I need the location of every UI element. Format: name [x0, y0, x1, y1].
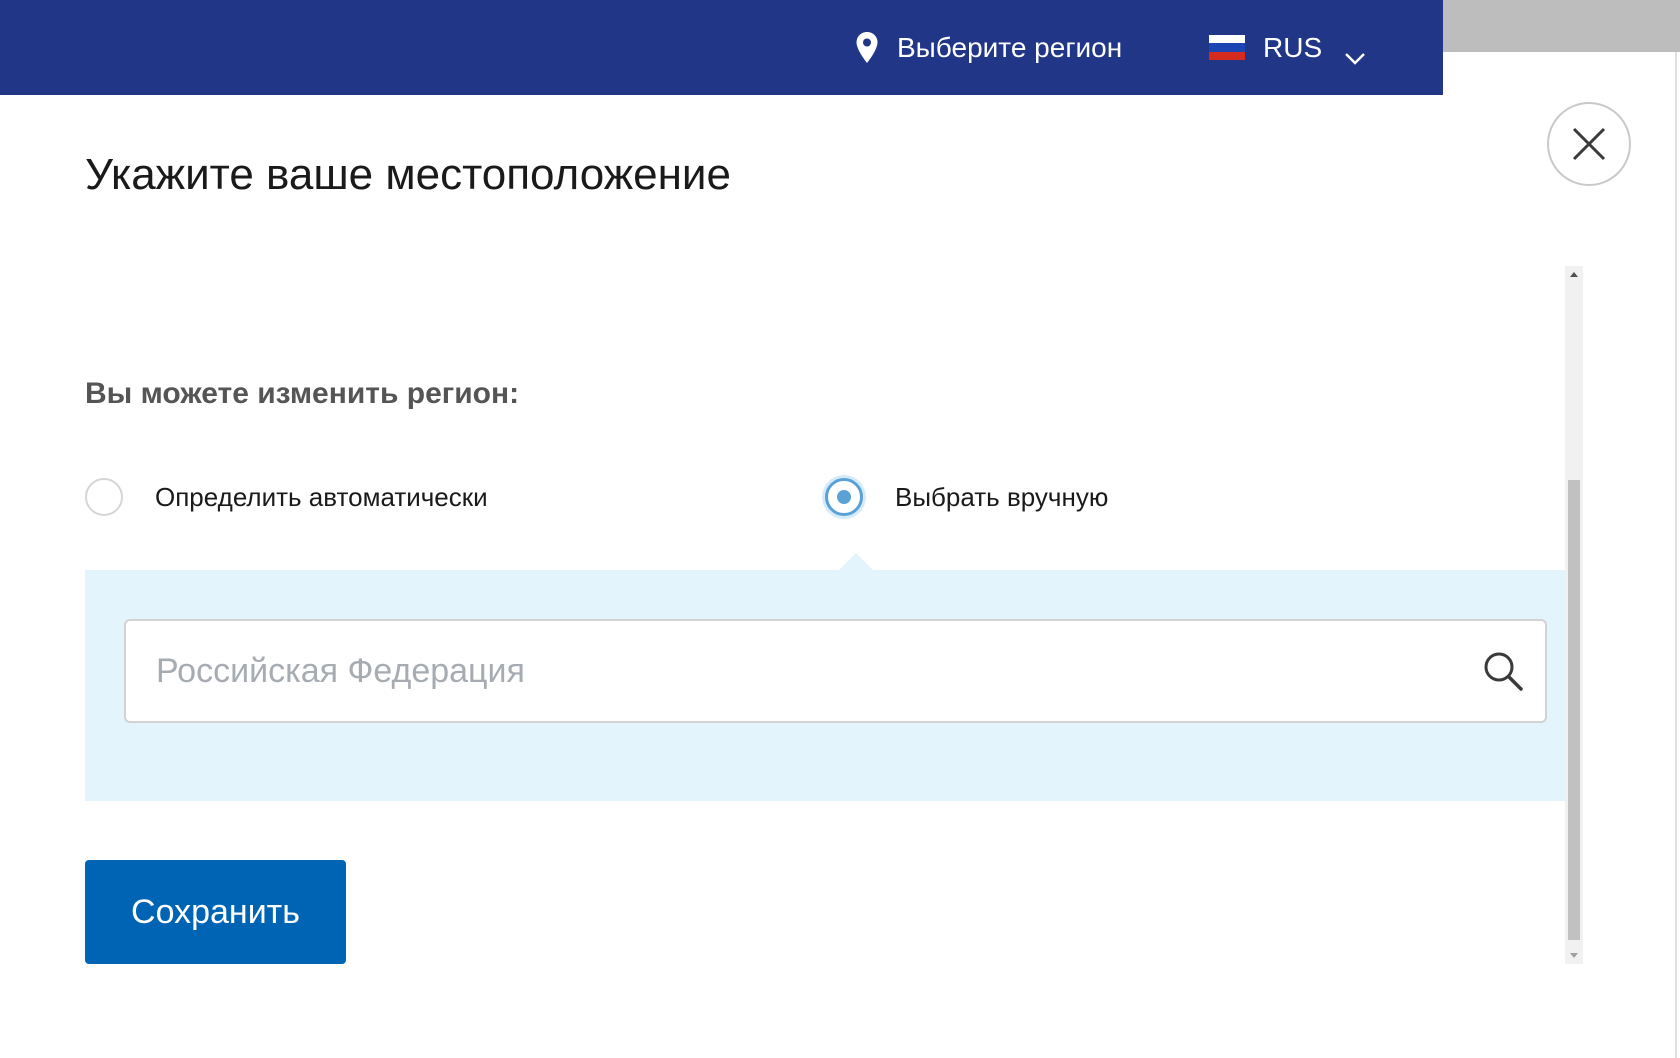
modal-background — [1443, 52, 1680, 1058]
header-bar: Выберите регион RUS — [0, 0, 1443, 95]
radio-manual-label: Выбрать вручную — [895, 481, 1109, 512]
radio-manual[interactable] — [825, 478, 863, 516]
language-label: RUS — [1263, 31, 1323, 63]
region-label: Выберите регион — [897, 31, 1123, 63]
scrollbar-thumb[interactable] — [1568, 480, 1580, 940]
radio-auto-label: Определить автоматически — [155, 481, 488, 512]
modal-edge — [1675, 52, 1677, 1058]
radio-option-auto[interactable]: Определить автоматически — [85, 478, 488, 516]
panel-pointer — [839, 553, 873, 570]
chevron-down-icon — [1344, 41, 1366, 65]
modal-title: Укажите ваше местоположение — [85, 150, 731, 199]
close-icon — [1572, 127, 1606, 161]
save-button[interactable]: Сохранить — [85, 860, 346, 964]
region-subtitle: Вы можете изменить регион: — [85, 377, 520, 410]
radio-auto[interactable] — [85, 478, 123, 516]
scroll-down-arrow[interactable] — [1570, 953, 1578, 958]
close-button[interactable] — [1547, 102, 1631, 186]
russia-flag-icon — [1209, 35, 1245, 60]
map-pin-icon — [855, 31, 879, 65]
page: Выберите регион RUS Укажите ваше местопо… — [0, 0, 1680, 1058]
region-selector[interactable]: Выберите регион — [855, 0, 1122, 95]
scrollbar[interactable] — [1565, 266, 1583, 964]
language-selector[interactable]: RUS — [1209, 0, 1366, 95]
radio-option-manual[interactable]: Выбрать вручную — [825, 478, 1108, 516]
backdrop — [1443, 0, 1680, 52]
scroll-up-arrow[interactable] — [1570, 272, 1578, 277]
search-icon[interactable] — [1481, 649, 1525, 693]
region-search-input[interactable] — [126, 621, 1545, 721]
region-search-field[interactable] — [124, 619, 1547, 723]
